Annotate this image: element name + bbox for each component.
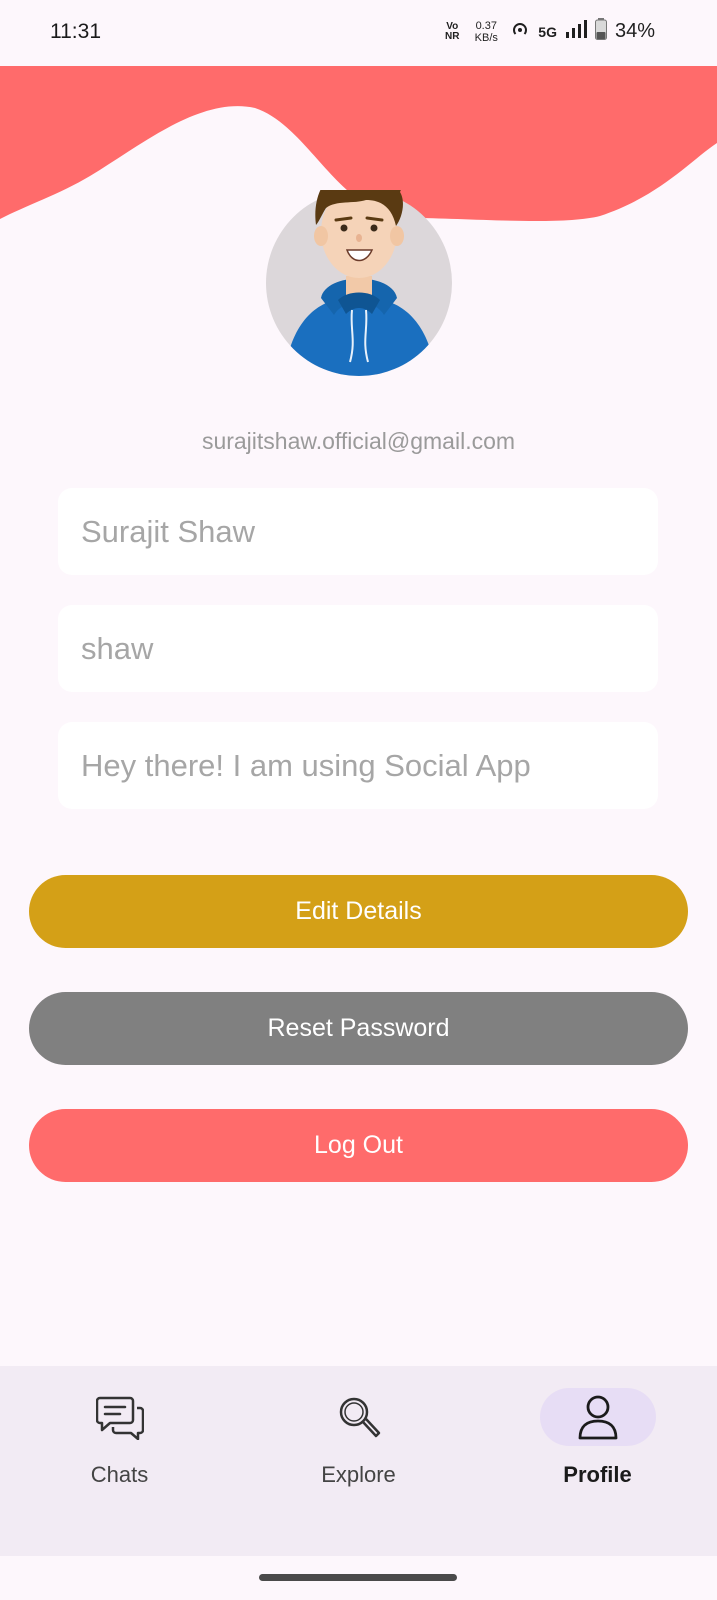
status-bar: 11:31 Vo NR 0.37 KB/s 5G 34% [0,0,717,66]
nav-label-chats: Chats [90,1462,149,1487]
nav-item-chats[interactable]: Chats [0,1366,239,1556]
status-time: 11:31 [50,20,101,43]
name-field[interactable]: Surajit Shaw [58,488,658,575]
username-field[interactable]: shaw [58,605,658,692]
nav-profile-icon-wrap [539,1388,656,1446]
avatar[interactable] [266,190,452,376]
user-email: surajitshaw.official@gmail.com [201,428,516,454]
nav-explore-icon-wrap [301,1388,417,1446]
home-indicator[interactable] [259,1574,457,1581]
nav-item-profile[interactable]: Profile [478,1366,717,1556]
person-icon [578,1395,617,1440]
nav-chats-icon-wrap [62,1388,178,1446]
nav-item-explore[interactable]: Explore [239,1366,478,1556]
nav-label-profile: Profile [563,1462,632,1487]
status-field[interactable]: Hey there! I am using Social App [58,722,658,809]
search-icon [339,1397,380,1438]
battery-icon [594,18,607,45]
reset-password-button[interactable]: Reset Password [29,992,688,1065]
logout-button[interactable]: Log Out [29,1109,688,1182]
edit-details-button[interactable]: Edit Details [29,875,688,948]
network-speed: 0.37 KB/s [474,19,498,44]
chat-icon [95,1396,144,1440]
bottom-navigation: Chats Explore Profile [0,1366,717,1556]
vonr-indicator: Vo NR [445,20,460,42]
nav-label-explore: Explore [321,1462,396,1487]
hotspot-icon [510,19,530,44]
signal-icon [565,19,587,44]
status-icons: Vo NR 0.37 KB/s 5G 34% [442,18,655,45]
battery-percent: 34% [614,20,655,42]
network-type: 5G [538,23,557,40]
